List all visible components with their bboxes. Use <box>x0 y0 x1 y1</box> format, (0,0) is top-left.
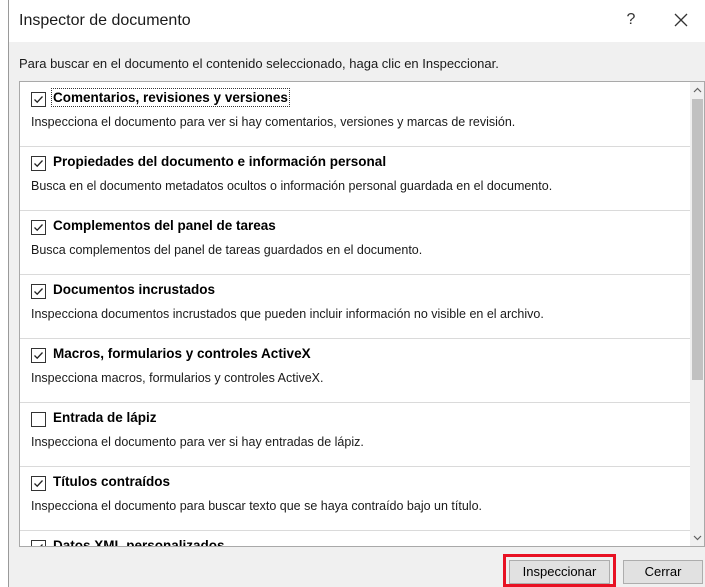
list-item: Comentarios, revisiones y versiones Insp… <box>20 82 690 147</box>
checkbox-macros[interactable] <box>31 348 46 363</box>
scroll-thumb[interactable] <box>692 99 703 380</box>
item-title-comments[interactable]: Comentarios, revisiones y versiones <box>51 88 290 107</box>
title-bar: Inspector de documento ? <box>9 0 705 42</box>
inspection-list: Comentarios, revisiones y versiones Insp… <box>19 81 705 547</box>
list-item: Macros, formularios y controles ActiveX … <box>20 338 690 403</box>
close-button-label: Cerrar <box>644 564 682 579</box>
close-icon[interactable] <box>669 8 693 32</box>
list-item: Datos XML personalizados <box>20 530 690 546</box>
vertical-scrollbar[interactable] <box>690 82 704 546</box>
checkbox-collapsed-headings[interactable] <box>31 476 46 491</box>
checkbox-ink[interactable] <box>31 412 46 427</box>
item-description: Busca complementos del panel de tareas g… <box>31 243 423 257</box>
document-inspector-dialog: Inspector de documento ? Para buscar en … <box>8 0 705 587</box>
item-description: Inspecciona el documento para buscar tex… <box>31 499 482 513</box>
list-item: Complementos del panel de tareas Busca c… <box>20 210 690 275</box>
list-item: Entrada de lápiz Inspecciona el document… <box>20 402 690 467</box>
item-description: Inspecciona el documento para ver si hay… <box>31 115 516 129</box>
instructions-text: Para buscar en el documento el contenido… <box>19 56 499 71</box>
checkbox-comments[interactable] <box>31 92 46 107</box>
scroll-up-icon[interactable] <box>690 82 704 98</box>
list-item: Documentos incrustados Inspecciona docum… <box>20 274 690 339</box>
item-description: Inspecciona documentos incrustados que p… <box>31 307 544 321</box>
item-description: Busca en el documento metadatos ocultos … <box>31 179 553 193</box>
checkbox-custom-xml[interactable] <box>31 540 46 546</box>
checkbox-embedded-documents[interactable] <box>31 284 46 299</box>
scroll-down-icon[interactable] <box>690 530 704 546</box>
item-title-ink[interactable]: Entrada de lápiz <box>53 410 157 425</box>
item-title-embedded-documents[interactable]: Documentos incrustados <box>53 282 215 297</box>
list-item: Propiedades del documento e información … <box>20 146 690 211</box>
item-title-collapsed-headings[interactable]: Títulos contraídos <box>53 474 170 489</box>
list-item: Títulos contraídos Inspecciona el docume… <box>20 466 690 531</box>
item-description: Inspecciona macros, formularios y contro… <box>31 371 324 385</box>
item-title-task-pane-addins[interactable]: Complementos del panel de tareas <box>53 218 276 233</box>
item-title-macros[interactable]: Macros, formularios y controles ActiveX <box>53 346 311 361</box>
help-icon[interactable]: ? <box>621 10 641 30</box>
item-title-properties[interactable]: Propiedades del documento e información … <box>53 154 386 169</box>
checkbox-properties[interactable] <box>31 156 46 171</box>
close-button[interactable]: Cerrar <box>623 560 703 584</box>
item-description: Inspecciona el documento para ver si hay… <box>31 435 364 449</box>
checkbox-task-pane-addins[interactable] <box>31 220 46 235</box>
dialog-title: Inspector de documento <box>19 12 191 29</box>
highlight-box <box>503 554 616 587</box>
item-title-custom-xml[interactable]: Datos XML personalizados <box>53 538 225 546</box>
